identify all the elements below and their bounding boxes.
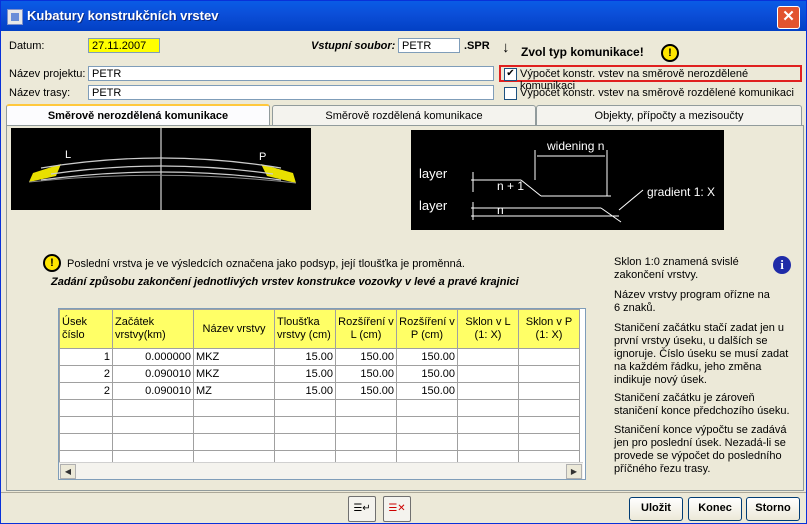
cell[interactable] <box>518 348 580 366</box>
scroll-left-icon[interactable]: ◀ <box>60 464 76 479</box>
bottom-bar: ☰↵ ☰✕ Uložit Konec Storno <box>1 492 806 523</box>
datum-label: Datum: <box>9 40 45 52</box>
layer-label-1: layer <box>419 166 448 181</box>
help-4: Staničení začátku je zároveň staničení k… <box>614 392 790 417</box>
trasa-label: Název trasy: <box>9 87 71 99</box>
cross-section-image: L P <box>11 128 311 210</box>
help-5: Staničení konce výpočtu se zadává jen pr… <box>614 424 787 475</box>
col-usek[interactable]: Úsek číslo <box>59 309 113 349</box>
app-icon <box>7 9 23 25</box>
ulozit-button[interactable]: Uložit <box>629 497 683 521</box>
cell[interactable] <box>457 348 519 366</box>
warning-icon: ! <box>661 44 679 62</box>
vstupni-label: Vstupní soubor: <box>311 40 396 52</box>
cell[interactable]: MKZ <box>193 365 275 383</box>
col-zacatek[interactable]: Začátek vrstvy(km) <box>112 309 194 349</box>
projekt-label: Název projektu: <box>9 68 86 80</box>
zvol-label: Zvol typ komunikace! <box>521 45 644 59</box>
vstupni-field[interactable]: PETR <box>398 38 460 53</box>
datum-field[interactable]: 27.11.2007 <box>88 38 160 53</box>
table-row[interactable]: 1 0.000000 MKZ 15.00 150.00 150.00 <box>59 348 580 366</box>
n2-label: n <box>497 203 504 217</box>
horizontal-scrollbar[interactable]: ◀ ▶ <box>59 462 583 479</box>
info-icon: i <box>773 256 791 274</box>
help-2: Název vrstvy program ořízne na 6 znaků. <box>614 289 770 314</box>
tab-objekty[interactable]: Objekty, přípočty a mezisoučty <box>536 105 802 126</box>
cell[interactable] <box>457 382 519 400</box>
layer-label-2: layer <box>419 198 448 213</box>
cell[interactable]: 0.090010 <box>112 365 194 383</box>
table-row[interactable] <box>59 416 580 434</box>
opt2-label[interactable]: Výpočet konstr. vstev na směrově rozděle… <box>520 87 794 99</box>
help-3: Staničení začátku stačí zadat jen u prvn… <box>614 322 789 386</box>
table-row[interactable] <box>59 433 580 451</box>
instruction-text: Zadání způsobu zakončení jednotlivých vr… <box>51 276 519 288</box>
col-nazev[interactable]: Název vrstvy <box>193 309 275 349</box>
title-bar: Kubatury konstrukčních vrstev ✕ <box>1 1 806 31</box>
insert-row-button[interactable]: ☰↵ <box>348 496 376 522</box>
scroll-right-icon[interactable]: ▶ <box>566 464 582 479</box>
cell[interactable]: 0.090010 <box>112 382 194 400</box>
trasa-field[interactable]: PETR <box>88 85 494 100</box>
col-tloustka[interactable]: Tloušťka vrstvy (cm) <box>274 309 336 349</box>
col-sklon-p[interactable]: Sklon v P (1: X) <box>518 309 580 349</box>
main-window: Kubatury konstrukčních vrstev ✕ Datum: 2… <box>0 0 807 524</box>
gradient-label: gradient 1: X <box>647 185 715 199</box>
cell[interactable]: 150.00 <box>396 365 458 383</box>
table-row[interactable]: 2 0.090010 MZ 15.00 150.00 150.00 <box>59 382 580 400</box>
opt2-checkbox[interactable] <box>504 87 517 100</box>
delete-row-button[interactable]: ☰✕ <box>383 496 411 522</box>
notice-warning-icon: ! <box>43 254 61 272</box>
cell[interactable]: 150.00 <box>396 382 458 400</box>
col-rozsireni-p[interactable]: Rozšíření v P (cm) <box>396 309 458 349</box>
cell[interactable]: MKZ <box>193 348 275 366</box>
n1-label: n + 1 <box>497 179 524 193</box>
tab-bar: Směrově nerozdělená komunikace Směrově r… <box>6 104 802 128</box>
storno-button[interactable]: Storno <box>746 497 800 521</box>
projekt-field[interactable]: PETR <box>88 66 494 81</box>
cell[interactable]: 1 <box>59 348 113 366</box>
vstupni-ext: .SPR <box>464 40 490 52</box>
cell[interactable]: 15.00 <box>274 382 336 400</box>
right-label: P <box>259 151 266 163</box>
cell[interactable]: MZ <box>193 382 275 400</box>
cell[interactable]: 15.00 <box>274 365 336 383</box>
widening-label: widening n <box>546 139 604 153</box>
cell[interactable]: 150.00 <box>335 382 397 400</box>
left-label: L <box>65 149 71 161</box>
col-sklon-l[interactable]: Sklon v L (1: X) <box>457 309 519 349</box>
help-1: Sklon 1:0 znamená svislé zakončení vrstv… <box>614 256 739 281</box>
cell[interactable]: 0.000000 <box>112 348 194 366</box>
layer-diagram: layer layer n + 1 n widening n gradient … <box>411 130 724 230</box>
cell[interactable]: 2 <box>59 365 113 383</box>
layers-table: Úsek číslo Začátek vrstvy(km) Název vrst… <box>59 309 580 468</box>
cell[interactable]: 150.00 <box>335 365 397 383</box>
arrow-down-icon: ↓ <box>502 39 510 56</box>
opt1-checkbox[interactable]: ✔ <box>504 68 517 81</box>
notice-text: Poslední vrstva je ve výsledcích označen… <box>67 258 465 270</box>
cell[interactable]: 150.00 <box>396 348 458 366</box>
table-row[interactable] <box>59 399 580 417</box>
window-title: Kubatury konstrukčních vrstev <box>27 8 219 23</box>
cell[interactable] <box>518 365 580 383</box>
tab-rozdelena[interactable]: Směrově rozdělená komunikace <box>272 105 536 126</box>
cell[interactable]: 15.00 <box>274 348 336 366</box>
layers-grid[interactable]: Úsek číslo Začátek vrstvy(km) Název vrst… <box>58 308 586 480</box>
col-rozsireni-l[interactable]: Rozšíření v L (cm) <box>335 309 397 349</box>
konec-button[interactable]: Konec <box>688 497 742 521</box>
cell[interactable]: 2 <box>59 382 113 400</box>
close-button[interactable]: ✕ <box>777 6 800 29</box>
table-row[interactable]: 2 0.090010 MKZ 15.00 150.00 150.00 <box>59 365 580 383</box>
cell[interactable] <box>457 365 519 383</box>
cell[interactable]: 150.00 <box>335 348 397 366</box>
cell[interactable] <box>518 382 580 400</box>
